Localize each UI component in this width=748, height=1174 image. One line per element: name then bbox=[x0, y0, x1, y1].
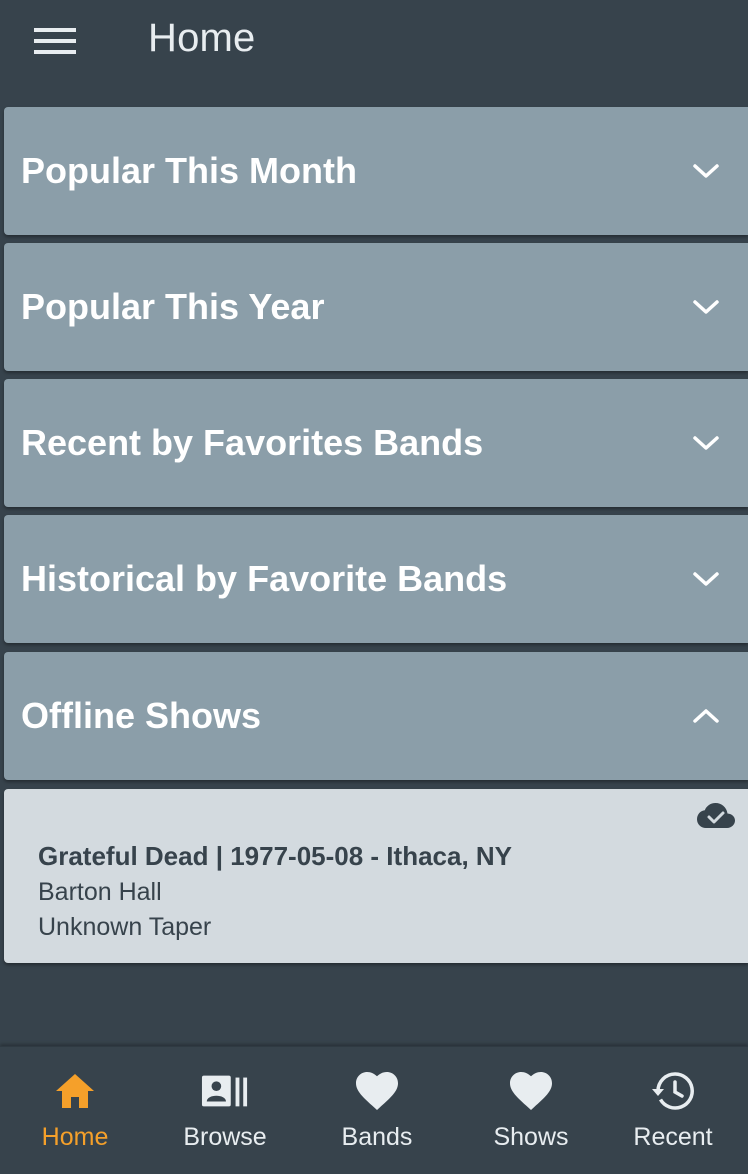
section-recent-by-favorite-bands[interactable]: Recent by Favorites Bands bbox=[4, 379, 748, 507]
section-label: Recent by Favorites Bands bbox=[21, 422, 484, 463]
heart-icon bbox=[353, 1067, 401, 1115]
hamburger-menu-icon bbox=[34, 28, 76, 54]
nav-recent[interactable]: Recent bbox=[598, 1047, 748, 1174]
section-label: Historical by Favorite Bands bbox=[21, 558, 508, 599]
chevron-down-icon bbox=[686, 151, 726, 191]
nav-browse[interactable]: Browse bbox=[150, 1047, 300, 1174]
section-historical-by-favorite-bands[interactable]: Historical by Favorite Bands bbox=[4, 515, 748, 643]
page-title: Home bbox=[148, 16, 256, 60]
section-label: Offline Shows bbox=[21, 695, 262, 736]
menu-button[interactable] bbox=[22, 18, 88, 64]
nav-shows[interactable]: Shows bbox=[456, 1047, 606, 1174]
chevron-up-icon bbox=[686, 696, 726, 736]
top-app-bar: Home bbox=[0, 0, 748, 84]
section-popular-this-year[interactable]: Popular This Year bbox=[4, 243, 748, 371]
nav-label: Bands bbox=[341, 1123, 413, 1151]
chevron-down-icon bbox=[686, 287, 726, 327]
nav-bands[interactable]: Bands bbox=[302, 1047, 452, 1174]
chevron-down-icon bbox=[686, 423, 726, 463]
section-label: Popular This Year bbox=[21, 286, 325, 327]
chevron-down-icon bbox=[686, 559, 726, 599]
section-label: Popular This Month bbox=[21, 150, 357, 191]
show-venue: Barton Hall bbox=[38, 878, 162, 906]
offline-show-card[interactable]: Grateful Dead | 1977-05-08 - Ithaca, NY … bbox=[4, 789, 748, 963]
bottom-navigation: Home Browse Bands Shows Recent bbox=[0, 1046, 748, 1174]
nav-label: Browse bbox=[183, 1123, 267, 1151]
show-taper: Unknown Taper bbox=[38, 913, 212, 941]
heart-icon bbox=[507, 1067, 555, 1115]
history-icon bbox=[649, 1067, 697, 1115]
nav-home[interactable]: Home bbox=[0, 1047, 150, 1174]
nav-label: Recent bbox=[633, 1123, 713, 1151]
home-icon bbox=[51, 1067, 99, 1115]
section-offline-shows[interactable]: Offline Shows bbox=[4, 652, 748, 780]
show-title: Grateful Dead | 1977-05-08 - Ithaca, NY bbox=[38, 841, 513, 871]
cloud-check-icon bbox=[696, 801, 736, 831]
section-popular-this-month[interactable]: Popular This Month bbox=[4, 107, 748, 235]
nav-label: Home bbox=[41, 1123, 109, 1151]
browse-icon bbox=[201, 1067, 249, 1115]
app-root: Home Popular This Month Popular This Yea… bbox=[0, 0, 748, 1174]
nav-label: Shows bbox=[493, 1123, 569, 1151]
